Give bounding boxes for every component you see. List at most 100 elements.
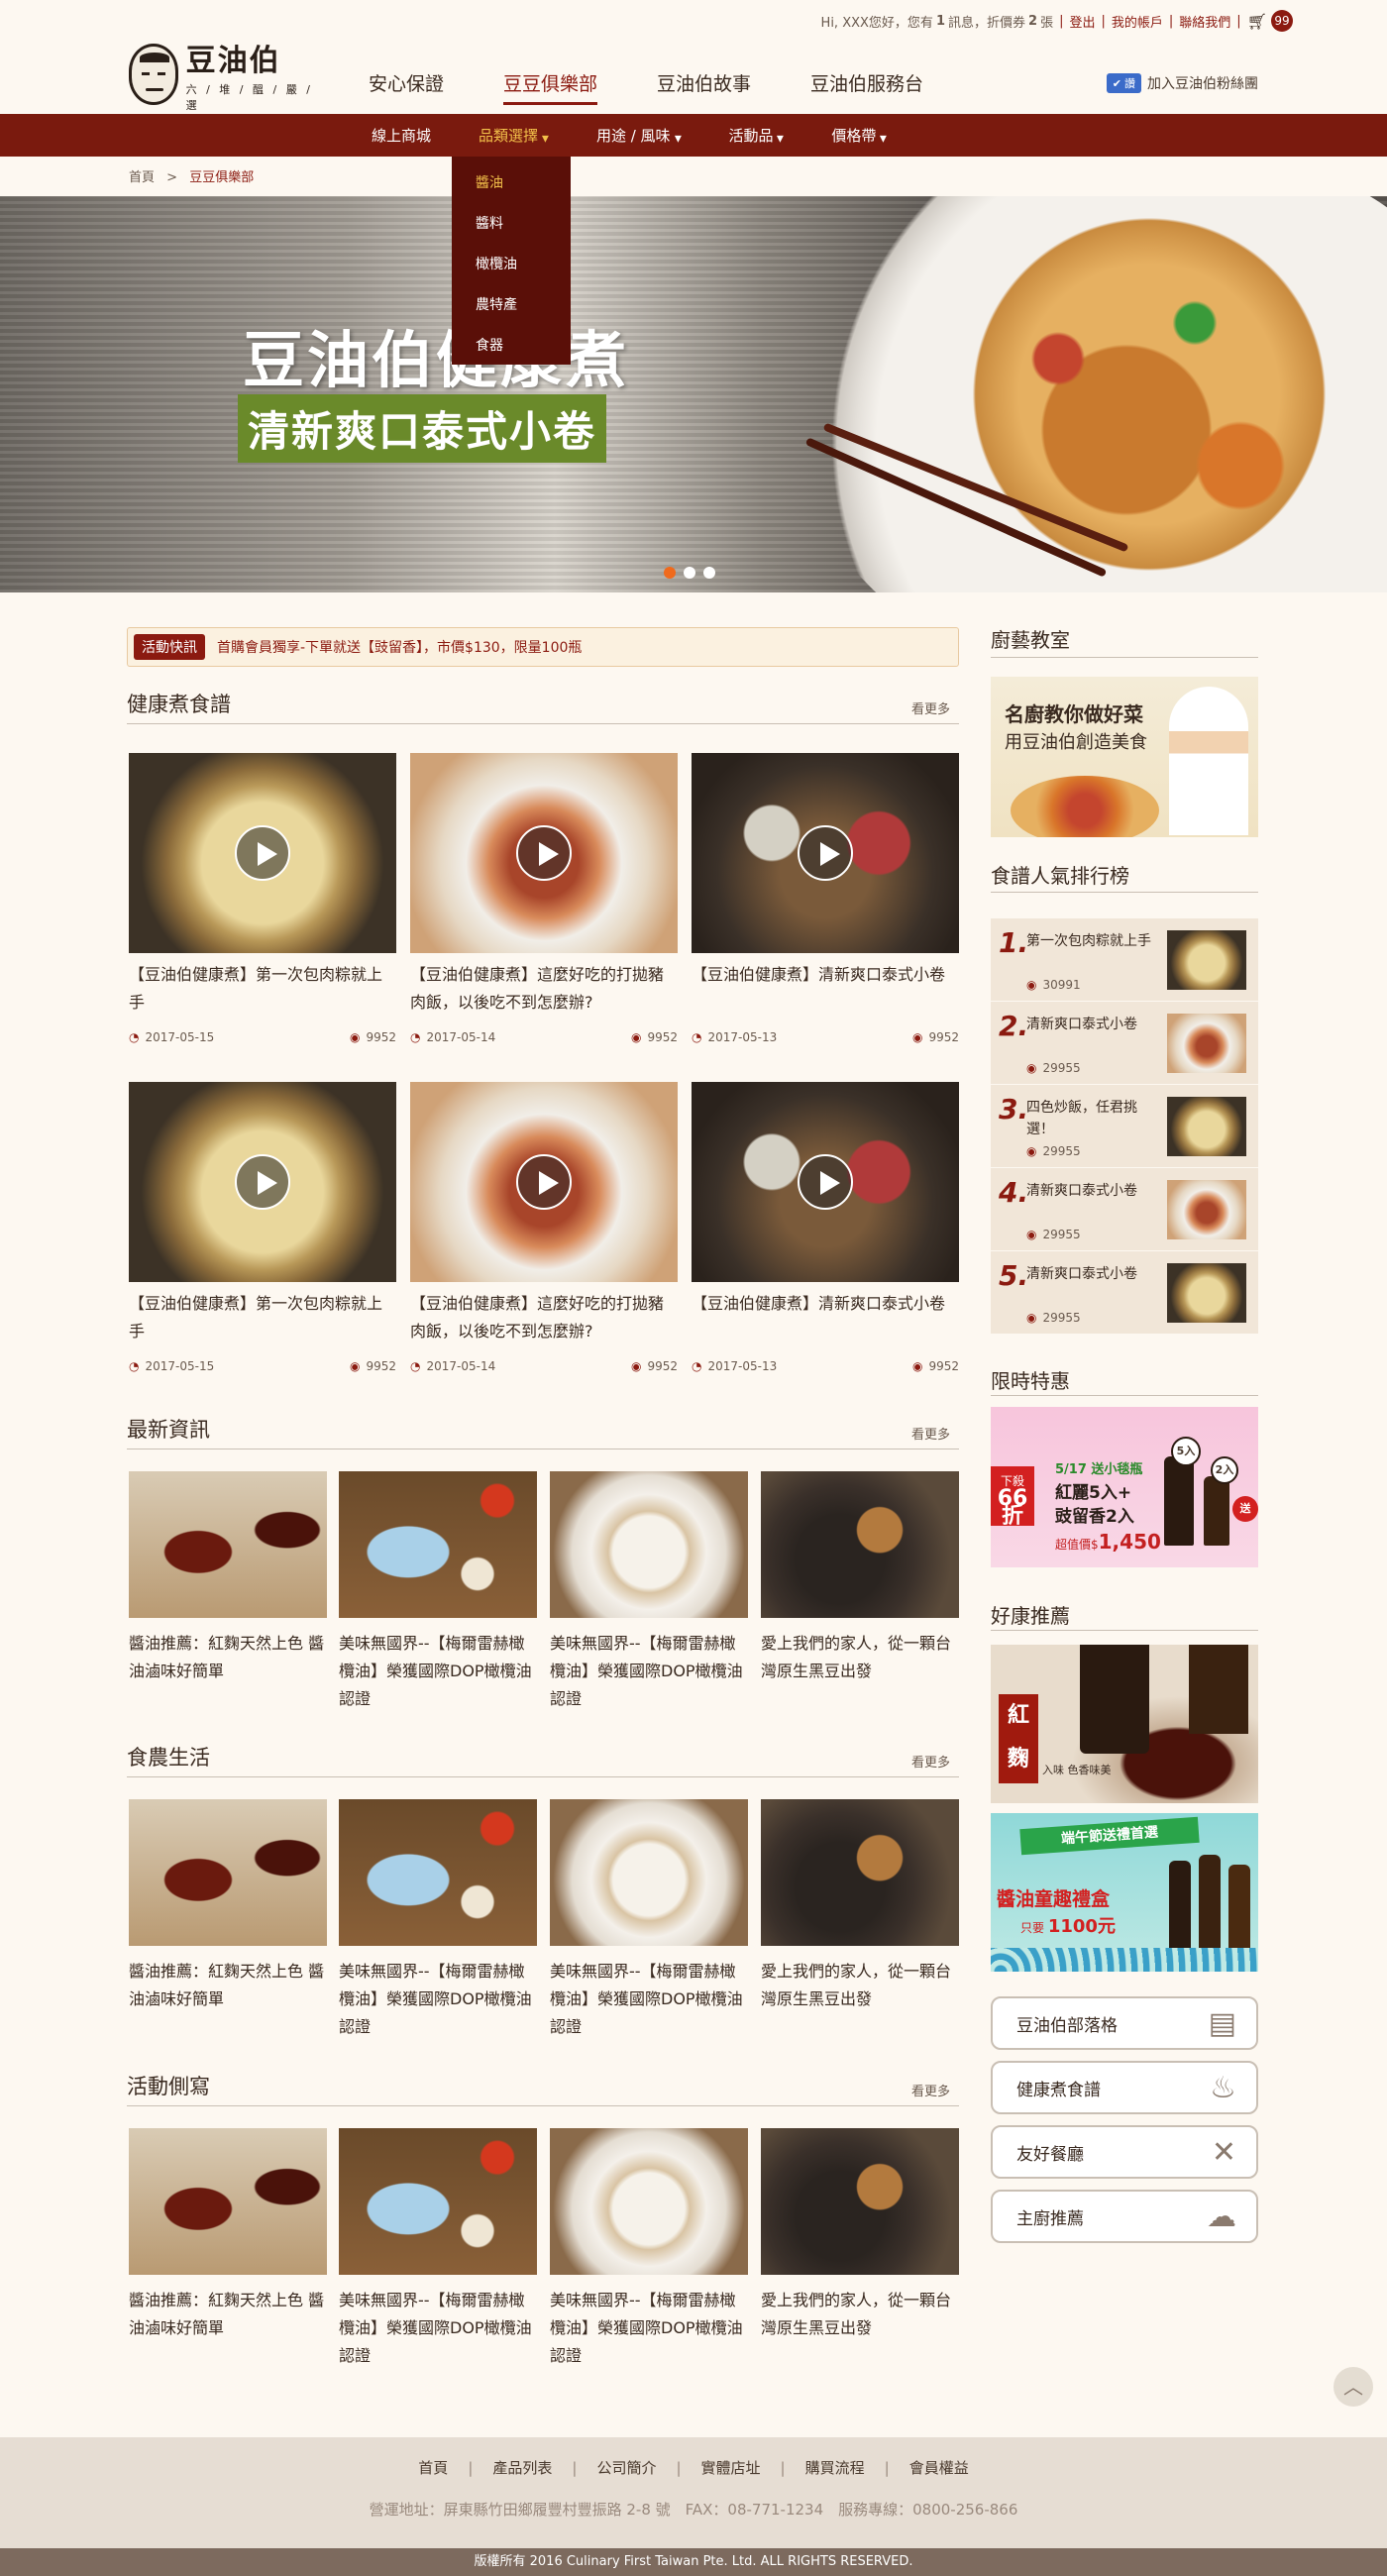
article-thumbnail[interactable]: [129, 1471, 327, 1618]
sidebar-button[interactable]: 主廚推薦 ☁: [991, 2190, 1258, 2243]
main-nav-item[interactable]: 豆油伯故事: [657, 69, 751, 105]
article-thumbnail[interactable]: [339, 1471, 537, 1618]
video-title[interactable]: 【豆油伯健康煮】這麼好吃的打拋豬肉飯，以後吃不到怎麼辦?: [410, 1290, 678, 1345]
cart-count-badge[interactable]: 99: [1271, 10, 1293, 32]
sub-nav-item[interactable]: 活動品 ▲: [728, 125, 784, 146]
ranking-item[interactable]: 4. 清新爽口泰式小卷 ◉ 29955: [991, 1168, 1258, 1251]
article-thumbnail[interactable]: [339, 1799, 537, 1946]
article-thumbnail[interactable]: [761, 1799, 959, 1946]
gift-box-banner[interactable]: 端午節送禮首選 醬油童趣禮盒 只要 1100元: [991, 1813, 1258, 1972]
sub-nav-item[interactable]: 價格帶 ▲: [831, 125, 887, 146]
video-thumbnail[interactable]: [692, 753, 959, 953]
ranking-item[interactable]: 3. 四色炒飯，任君挑選！ ◉ 29955: [991, 1085, 1258, 1168]
play-icon[interactable]: [235, 1154, 290, 1210]
footer-link[interactable]: 公司簡介: [596, 2459, 656, 2477]
sale-banner[interactable]: 下殺 66折 5/17 送小毯瓶 紅麗5入+ 豉留香2入 超值價$1,450 5入…: [991, 1407, 1258, 1567]
play-icon[interactable]: [235, 825, 290, 881]
article-title[interactable]: 美味無國界--【梅爾雷赫橄欖油】榮獲國際DOP橄欖油認證: [550, 1958, 748, 2041]
facebook-like-icon[interactable]: ✔ 讚: [1106, 73, 1141, 93]
messages-count[interactable]: 1: [936, 14, 945, 29]
footer-link[interactable]: 購買流程: [805, 2459, 865, 2477]
dropdown-item[interactable]: 醬油: [452, 164, 571, 205]
sub-nav-item[interactable]: 品類選擇 ▲: [479, 125, 549, 146]
coupons-count[interactable]: 2: [1028, 14, 1037, 29]
play-icon[interactable]: [516, 825, 572, 881]
article-title[interactable]: 美味無國界--【梅爾雷赫橄欖油】榮獲國際DOP橄欖油認證: [550, 2287, 748, 2370]
article-thumbnail[interactable]: [129, 2128, 327, 2275]
more-link-events[interactable]: 看更多: [911, 2081, 950, 2099]
footer-link[interactable]: 會員權益: [909, 2459, 969, 2477]
article-title[interactable]: 醬油推薦：紅麴天然上色 醬油滷味好簡單: [129, 1958, 327, 2013]
video-thumbnail[interactable]: [692, 1082, 959, 1282]
article-thumbnail[interactable]: [129, 1799, 327, 1946]
ranking-item[interactable]: 2. 清新爽口泰式小卷 ◉ 29955: [991, 1002, 1258, 1085]
site-logo[interactable]: 豆油伯 六 / 堆 / 醞 / 嚴 / 選: [129, 40, 332, 112]
more-link-healthy-cooking[interactable]: 看更多: [911, 698, 950, 717]
chef-class-banner[interactable]: 名廚教你做好菜 用豆油伯創造美食: [991, 677, 1258, 837]
article-thumbnail[interactable]: [550, 2128, 748, 2275]
article-title[interactable]: 愛上我們的家人，從一顆台灣原生黑豆出發: [761, 1958, 959, 2013]
dropdown-item[interactable]: 橄欖油: [452, 246, 571, 286]
play-icon[interactable]: [798, 825, 853, 881]
carousel-dot[interactable]: [664, 567, 676, 579]
main-nav-item[interactable]: 安心保證: [369, 69, 444, 105]
article-title[interactable]: 愛上我們的家人，從一顆台灣原生黑豆出發: [761, 2287, 959, 2342]
promo-text[interactable]: 首購會員獨享-下單就送【豉留香】，市價$130，限量100瓶: [217, 637, 582, 657]
article-title[interactable]: 美味無國界--【梅爾雷赫橄欖油】榮獲國際DOP橄欖油認證: [339, 1630, 537, 1713]
logout-link[interactable]: 登出: [1069, 12, 1095, 31]
carousel-dot[interactable]: [703, 567, 715, 579]
red-koji-banner[interactable]: 紅麴 入味 色香味美: [991, 1645, 1258, 1803]
sub-nav-item[interactable]: 線上商城: [372, 125, 431, 146]
more-link-news[interactable]: 看更多: [911, 1424, 950, 1443]
dropdown-item[interactable]: 食器: [452, 327, 571, 368]
article-title[interactable]: 美味無國界--【梅爾雷赫橄欖油】榮獲國際DOP橄欖油認證: [339, 1958, 537, 2041]
article-thumbnail[interactable]: [761, 2128, 959, 2275]
ranking-item[interactable]: 5. 清新爽口泰式小卷 ◉ 29955: [991, 1251, 1258, 1335]
video-title[interactable]: 【豆油伯健康煮】這麼好吃的打拋豬肉飯，以後吃不到怎麼辦?: [410, 961, 678, 1017]
main-nav-item[interactable]: 豆油伯服務台: [810, 69, 923, 105]
dropdown-item[interactable]: 農特產: [452, 286, 571, 327]
dropdown-item[interactable]: 醬料: [452, 205, 571, 246]
contact-link[interactable]: 聯絡我們: [1179, 12, 1230, 31]
video-title[interactable]: 【豆油伯健康煮】第一次包肉粽就上手: [129, 1290, 396, 1345]
breadcrumb-home[interactable]: 首頁: [129, 170, 155, 185]
back-to-top-button[interactable]: ︿: [1334, 2367, 1373, 2407]
sub-nav-label: 價格帶: [831, 127, 877, 145]
footer-link[interactable]: 實體店址: [701, 2459, 761, 2477]
sidebar-button[interactable]: 豆油伯部落格 ▤: [991, 1996, 1258, 2050]
cart-icon[interactable]: 🛒︎: [1247, 12, 1267, 31]
sidebar-button[interactable]: 友好餐廳 ✕: [991, 2125, 1258, 2179]
ranking-item[interactable]: 1. 第一次包肉粽就上手 ◉ 30991: [991, 918, 1258, 1002]
video-thumbnail[interactable]: [129, 1082, 396, 1282]
footer-link[interactable]: 產品列表: [492, 2459, 552, 2477]
footer-link[interactable]: 首頁: [418, 2459, 448, 2477]
article-title[interactable]: 美味無國界--【梅爾雷赫橄欖油】榮獲國際DOP橄欖油認證: [339, 2287, 537, 2370]
article-title[interactable]: 美味無國界--【梅爾雷赫橄欖油】榮獲國際DOP橄欖油認證: [550, 1630, 748, 1713]
article-thumbnail[interactable]: [550, 1471, 748, 1618]
my-account-link[interactable]: 我的帳戶: [1112, 12, 1163, 31]
article-title[interactable]: 愛上我們的家人，從一顆台灣原生黑豆出發: [761, 1630, 959, 1685]
sub-nav-item[interactable]: 用途 / 風味 ▲: [596, 125, 682, 146]
video-title[interactable]: 【豆油伯健康煮】第一次包肉粽就上手: [129, 961, 396, 1017]
play-icon[interactable]: [798, 1154, 853, 1210]
article-thumbnail[interactable]: [761, 1471, 959, 1618]
hero-banner[interactable]: 豆油伯健康煮 清新爽口泰式小卷: [0, 196, 1387, 592]
article-thumbnail[interactable]: [550, 1799, 748, 1946]
main-nav-item[interactable]: 豆豆俱樂部: [503, 69, 598, 105]
more-link-farm-life[interactable]: 看更多: [911, 1752, 950, 1771]
article-title[interactable]: 醬油推薦：紅麴天然上色 醬油滷味好簡單: [129, 2287, 327, 2342]
play-icon[interactable]: [516, 1154, 572, 1210]
video-title[interactable]: 【豆油伯健康煮】清新爽口泰式小卷: [692, 1290, 959, 1318]
article-thumbnail[interactable]: [339, 2128, 537, 2275]
video-thumbnail[interactable]: [129, 753, 396, 953]
video-thumbnail[interactable]: [410, 753, 678, 953]
video-date-text: 2017-05-15: [145, 1359, 215, 1373]
video-title[interactable]: 【豆油伯健康煮】清新爽口泰式小卷: [692, 961, 959, 989]
video-thumbnail[interactable]: [410, 1082, 678, 1282]
sidebar-button[interactable]: 健康煮食譜 ♨: [991, 2061, 1258, 2114]
promo-bar[interactable]: 活動快訊 首購會員獨享-下單就送【豉留香】，市價$130，限量100瓶: [127, 627, 959, 667]
facebook-join-label[interactable]: 加入豆油伯粉絲團: [1147, 73, 1258, 93]
article-title[interactable]: 醬油推薦：紅麴天然上色 醬油滷味好簡單: [129, 1630, 327, 1685]
carousel-dot[interactable]: [684, 567, 695, 579]
facebook-join[interactable]: ✔ 讚 加入豆油伯粉絲團: [1106, 73, 1258, 93]
